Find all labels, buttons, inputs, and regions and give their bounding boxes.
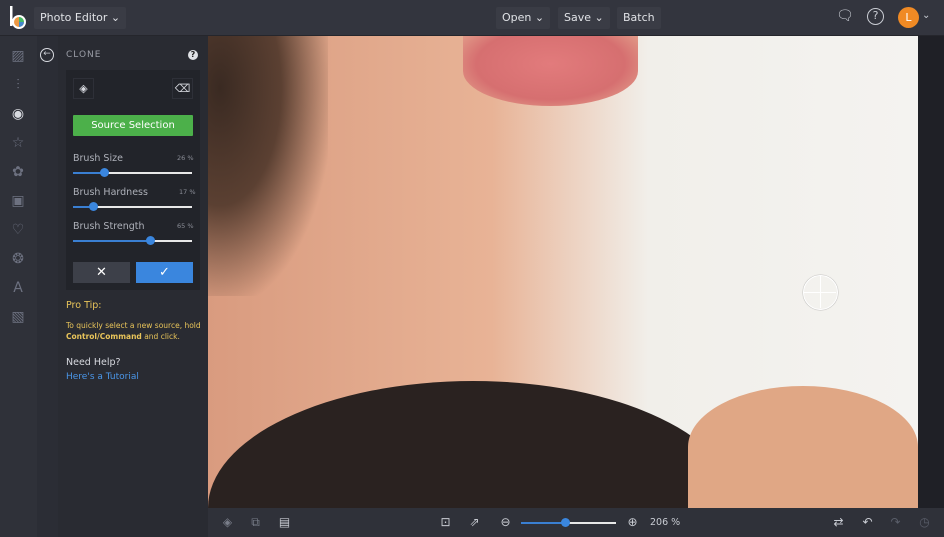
- bottom-toolbar: ◈ ⧉ ▤ ⊡ ⇗ ⊖ ⊕ 206 % ⇄ ↶ ↷ ◷: [208, 508, 944, 537]
- eye-icon[interactable]: ◉: [10, 106, 26, 122]
- layers-icon[interactable]: ◈: [220, 515, 235, 530]
- clone-cursor-icon: [803, 275, 838, 310]
- tool-rail: ▨ ⫶ ◉ ☆ ✿ ▣ ♡ ❂ A ▧: [0, 36, 37, 537]
- brush-strength-slider[interactable]: [73, 236, 192, 245]
- photo-canvas[interactable]: [208, 36, 918, 508]
- top-bar: Photo Editor ⌄ Open ⌄ Save ⌄ Batch 🗨 ? L…: [0, 0, 944, 36]
- pro-tip-text: To quickly select a new source, hold Con…: [66, 320, 206, 342]
- slider-fill: [521, 522, 565, 524]
- text-icon[interactable]: A: [10, 280, 26, 296]
- batch-button[interactable]: Batch: [617, 7, 661, 29]
- zoom-out-icon[interactable]: ⊖: [498, 515, 513, 530]
- redo-icon[interactable]: ↷: [888, 515, 903, 530]
- clone-tools-box: [66, 70, 200, 290]
- texture-icon[interactable]: ❂: [10, 251, 26, 267]
- zoom-value: 206 %: [650, 517, 681, 528]
- save-label: Save: [564, 11, 592, 24]
- graphics-icon[interactable]: ▧: [10, 309, 26, 325]
- apply-button[interactable]: ✓: [136, 262, 193, 283]
- frame-icon[interactable]: ▣: [10, 193, 26, 209]
- comment-icon[interactable]: 🗨: [836, 8, 854, 24]
- eraser-icon[interactable]: ◈: [73, 78, 94, 99]
- flip-icon[interactable]: ⇄: [831, 515, 846, 530]
- history-icon[interactable]: ◷: [917, 515, 932, 530]
- compare-icon[interactable]: ⧉: [248, 515, 263, 530]
- brush-hardness-label: Brush Hardness: [73, 187, 148, 198]
- fit-screen-icon[interactable]: ⊡: [438, 515, 453, 530]
- info-icon[interactable]: ?: [188, 50, 198, 60]
- star-icon[interactable]: ☆: [10, 135, 26, 151]
- avatar-letter: L: [905, 11, 912, 24]
- image-icon[interactable]: ▨: [10, 48, 26, 64]
- pro-tip-title: Pro Tip:: [66, 300, 102, 311]
- brush-strength-value: 65 %: [177, 222, 194, 230]
- fullscreen-icon[interactable]: ⇗: [467, 515, 482, 530]
- cancel-button[interactable]: ✕: [73, 262, 130, 283]
- pro-tip-end: and click.: [144, 332, 180, 341]
- canvas-margin: [918, 36, 944, 508]
- effects-icon[interactable]: ✿: [10, 164, 26, 180]
- adjust-icon[interactable]: ⫶: [10, 77, 26, 93]
- avatar[interactable]: L: [898, 7, 919, 28]
- hair-region: [208, 36, 328, 296]
- slider-knob[interactable]: [99, 168, 109, 177]
- chevron-down-icon[interactable]: ⌄: [922, 10, 930, 21]
- lips-region: [463, 36, 638, 106]
- brush-size-label: Brush Size: [73, 153, 123, 164]
- open-menu[interactable]: Open ⌄: [496, 7, 551, 29]
- source-selection-button[interactable]: Source Selection: [73, 115, 193, 136]
- panel-title: CLONE: [66, 50, 102, 60]
- app-title: Photo Editor: [40, 11, 108, 24]
- save-menu[interactable]: Save ⌄: [558, 7, 610, 29]
- zoom-in-icon[interactable]: ⊕: [625, 515, 640, 530]
- brush-strength-label: Brush Strength: [73, 221, 145, 232]
- pro-tip-shortcut: Control/Command: [66, 332, 142, 341]
- clear-icon[interactable]: ⌫: [172, 78, 193, 99]
- back-icon[interactable]: ←: [40, 48, 54, 62]
- undo-icon[interactable]: ↶: [860, 515, 875, 530]
- brush-size-value: 26 %: [177, 154, 194, 162]
- app-logo[interactable]: [9, 6, 27, 30]
- brush-hardness-slider[interactable]: [73, 202, 192, 211]
- zoom-slider[interactable]: [521, 518, 616, 527]
- open-label: Open: [502, 11, 532, 24]
- slider-fill: [73, 240, 151, 242]
- help-icon[interactable]: ?: [867, 8, 884, 25]
- pro-tip-body: To quickly select a new source, hold: [66, 321, 201, 330]
- photo-editor-menu[interactable]: Photo Editor ⌄: [34, 7, 127, 29]
- tutorial-link[interactable]: Here's a Tutorial: [66, 372, 139, 382]
- heart-icon[interactable]: ♡: [10, 222, 26, 238]
- layout-icon[interactable]: ▤: [277, 515, 292, 530]
- shoulder-region: [688, 386, 918, 508]
- brush-size-slider[interactable]: [73, 168, 192, 177]
- batch-label: Batch: [623, 11, 655, 24]
- top-region: [208, 381, 738, 508]
- slider-knob[interactable]: [560, 518, 570, 527]
- brush-hardness-value: 17 %: [179, 188, 196, 196]
- help-title: Need Help?: [66, 357, 121, 368]
